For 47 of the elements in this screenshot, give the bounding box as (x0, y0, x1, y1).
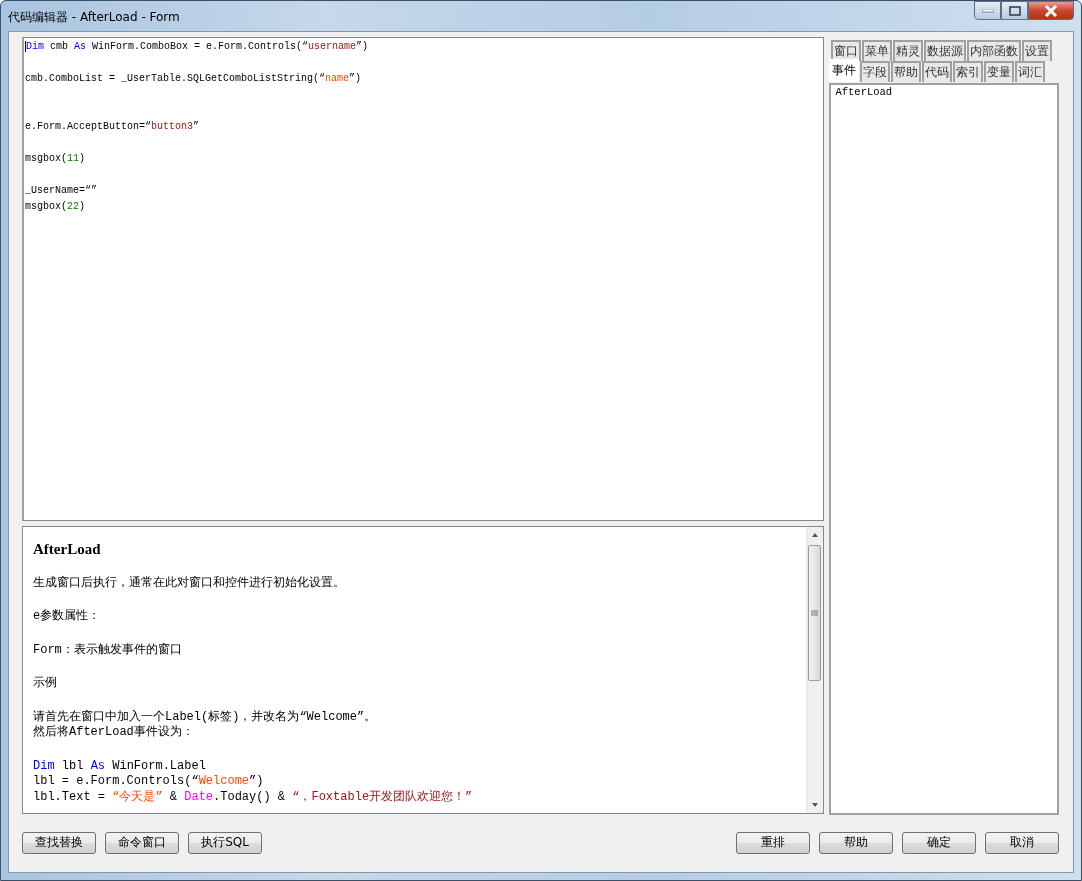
footer-button[interactable]: 取消 (985, 831, 1059, 854)
code-line: msgbox(22) (25, 201, 86, 212)
side-tab[interactable]: 设置 (1022, 40, 1053, 61)
scrollbar[interactable] (806, 527, 824, 813)
code-line: lbl.Text = “今天是” & Date.Today() & “，Foxtable开发团队欢迎您！” (33, 789, 473, 804)
maximize-button[interactable] (1001, 1, 1028, 20)
footer-button[interactable]: 执行SQL (188, 831, 262, 854)
window-title: 代码编辑器 - AfterLoad - Form (8, 9, 181, 26)
side-tab[interactable]: 字段 (860, 61, 891, 82)
side-tab[interactable]: 菜单 (862, 40, 893, 61)
code-line: Dim lbl As WinForm.Label (33, 758, 206, 773)
code-line: _UserName=“” (25, 185, 97, 196)
minimize-icon (981, 8, 994, 13)
side-tab[interactable]: 内部函数 (967, 40, 1022, 61)
side-tab[interactable]: 变量 (984, 61, 1015, 82)
close-icon (1044, 4, 1058, 17)
scroll-thumb[interactable] (808, 545, 822, 681)
side-tab[interactable]: 事件 (829, 59, 860, 82)
help-text: 示例 (33, 676, 57, 690)
footer-button[interactable]: 命令窗口 (105, 831, 179, 854)
side-tab[interactable]: 精灵 (893, 40, 924, 61)
footer-button[interactable]: 重排 (736, 831, 810, 854)
help-text: 然后将AfterLoad事件设为： (33, 725, 194, 739)
side-tab[interactable]: 索引 (953, 61, 984, 82)
side-tab[interactable]: 帮助 (891, 61, 922, 82)
code-line: lbl = e.Form.Controls(“Welcome”) (33, 774, 264, 788)
help-text: 请首先在窗口中加入一个Label(标签)，并改名为“Welcome”。 (33, 709, 377, 724)
footer-button[interactable]: 确定 (902, 831, 976, 854)
code-line: cmb.ComboList = _UserTable.SQLGetComboListString(“name”) (25, 73, 362, 84)
help-text: Form：表示触发事件的窗口 (33, 642, 182, 657)
help-text: e参数属性： (33, 609, 101, 623)
close-button[interactable] (1028, 1, 1074, 20)
side-tab[interactable]: 窗口 (831, 40, 862, 61)
code-editor[interactable]: Dim cmb As WinForm.ComboBox = e.Form.Controls(“username”) cmb.ComboList = _UserTable.SQLGetComboListString(“name”) e.Form.AcceptButton=“button3” msgbox(11) _UserName=“” msgbox(22) (22, 37, 825, 521)
side-tab[interactable]: 词汇 (1015, 61, 1046, 82)
help-heading: AfterLoad (33, 541, 101, 557)
side-tab[interactable]: 代码 (922, 61, 953, 82)
maximize-icon (1008, 5, 1021, 16)
minimize-button[interactable] (974, 1, 1001, 20)
code-line: e.Form.AcceptButton=“button3” (25, 121, 200, 132)
footer-button[interactable]: 帮助 (819, 831, 893, 854)
side-tab[interactable]: 数据源 (924, 40, 967, 61)
help-text: 生成窗口后执行，通常在此对窗口和控件进行初始化设置。 (33, 575, 345, 590)
event-item[interactable]: AfterLoad (835, 86, 1053, 98)
footer-button[interactable]: 查找替换 (22, 831, 96, 854)
code-line: Dim cmb As WinForm.ComboBox = e.Form.Controls(“username”) (25, 41, 369, 52)
code-line: msgbox(11) (25, 153, 86, 164)
